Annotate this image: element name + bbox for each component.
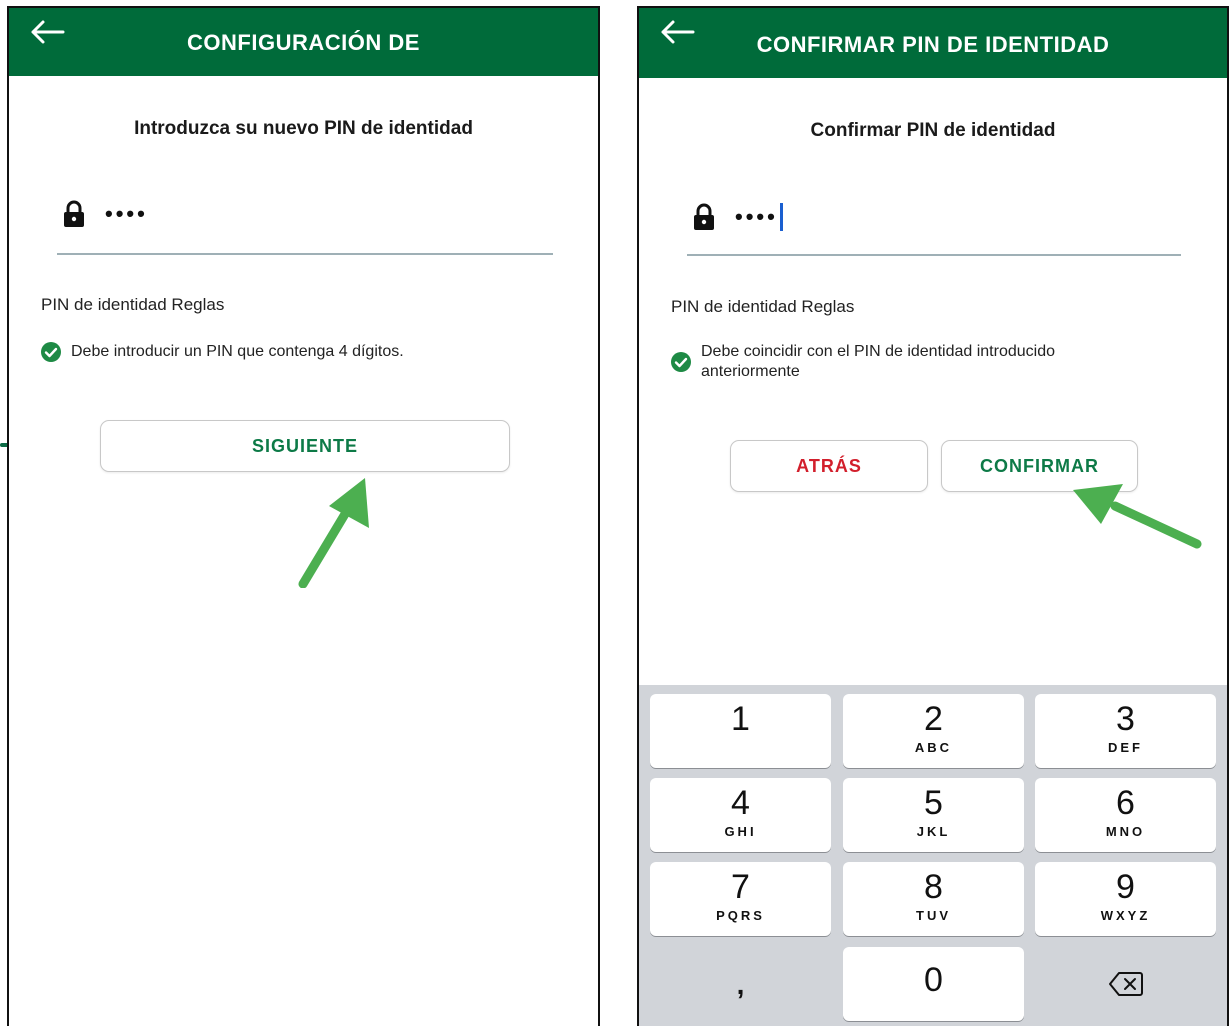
lock-icon — [64, 200, 84, 227]
rule-item: Debe coincidir con el PIN de identidad i… — [671, 342, 1055, 382]
key-3[interactable]: 3 DEF — [1035, 694, 1216, 768]
key-comma-label: , — [736, 969, 745, 1000]
next-button[interactable]: SIGUIENTE — [100, 420, 510, 472]
rules-title: PIN de identidad Reglas — [41, 295, 225, 314]
lock-icon — [694, 203, 714, 230]
key-letters: MNO — [1105, 824, 1146, 839]
key-letters: TUV — [916, 908, 951, 923]
text-caret — [779, 203, 783, 231]
page-title: CONFIRMAR PIN DE IDENTIDAD — [756, 32, 1110, 57]
pin-input-underline — [57, 253, 553, 255]
rules-title: PIN de identidad Reglas — [671, 297, 855, 316]
key-number: 9 — [1116, 868, 1135, 906]
key-1[interactable]: 1 — [650, 694, 831, 768]
check-circle-icon — [41, 342, 61, 362]
rule-text: Debe coincidir con el PIN de identidad i… — [701, 342, 1055, 382]
app-bar: CONFIRMAR PIN DE IDENTIDAD — [639, 8, 1227, 78]
key-number: 1 — [731, 700, 750, 738]
screen-confirm-pin: CONFIRMAR PIN DE IDENTIDAD Confirmar PIN… — [637, 6, 1229, 1026]
pin-value: •••• — [105, 201, 148, 226]
pin-heading: Confirmar PIN de identidad — [810, 120, 1056, 141]
key-letters: ABC — [914, 740, 953, 755]
key-8[interactable]: 8 TUV — [843, 862, 1024, 936]
pin-input-underline — [687, 254, 1181, 256]
numeric-keypad: 1 2 ABC 3 DEF 4 GHI 5 JKL 6 MNO 7 PQRS 8 — [639, 685, 1227, 1026]
key-number: 6 — [1116, 784, 1135, 822]
key-0[interactable]: 0 — [843, 947, 1024, 1021]
key-number: 0 — [924, 961, 943, 999]
app-bar: CONFIGURACIÓN DE — [9, 8, 598, 76]
annotation-arrow — [298, 478, 369, 588]
rule-text-line-2: anteriormente — [701, 363, 800, 380]
confirm-button[interactable]: CONFIRMAR — [941, 440, 1138, 492]
page-title: CONFIGURACIÓN DE — [187, 30, 420, 55]
key-letters: PQRS — [716, 908, 765, 923]
key-7[interactable]: 7 PQRS — [650, 862, 831, 936]
key-5[interactable]: 5 JKL — [843, 778, 1024, 852]
pin-heading: Introduzca su nuevo PIN de identidad — [134, 118, 473, 139]
screen-set-pin: CONFIGURACIÓN DE Introduzca su nuevo PIN… — [7, 6, 600, 1026]
pin-input[interactable]: •••• — [63, 200, 148, 228]
key-backspace[interactable] — [1035, 947, 1216, 1021]
key-letters: JKL — [916, 824, 951, 839]
key-letters: WXYZ — [1100, 908, 1151, 923]
key-4[interactable]: 4 GHI — [650, 778, 831, 852]
key-letters: GHI — [724, 824, 757, 839]
key-comma[interactable]: , — [650, 947, 831, 1021]
key-9[interactable]: 9 WXYZ — [1035, 862, 1216, 936]
rule-text-line-1: Debe coincidir con el PIN de identidad i… — [701, 343, 1055, 360]
key-number: 8 — [924, 868, 943, 906]
rule-item: Debe introducir un PIN que contenga 4 dí… — [41, 342, 404, 362]
key-6[interactable]: 6 MNO — [1035, 778, 1216, 852]
pin-value: •••• — [735, 204, 778, 229]
key-number: 4 — [731, 784, 750, 822]
rule-text: Debe introducir un PIN que contenga 4 dí… — [71, 343, 404, 360]
key-number: 2 — [924, 700, 943, 738]
backspace-icon — [1108, 972, 1143, 996]
check-circle-icon — [671, 352, 691, 372]
key-letters: DEF — [1108, 740, 1143, 755]
key-2[interactable]: 2 ABC — [843, 694, 1024, 768]
key-number: 7 — [731, 868, 750, 906]
key-number: 3 — [1116, 700, 1135, 738]
pin-input[interactable]: •••• — [693, 203, 783, 231]
key-number: 5 — [924, 784, 943, 822]
back-button[interactable]: ATRÁS — [730, 440, 928, 492]
